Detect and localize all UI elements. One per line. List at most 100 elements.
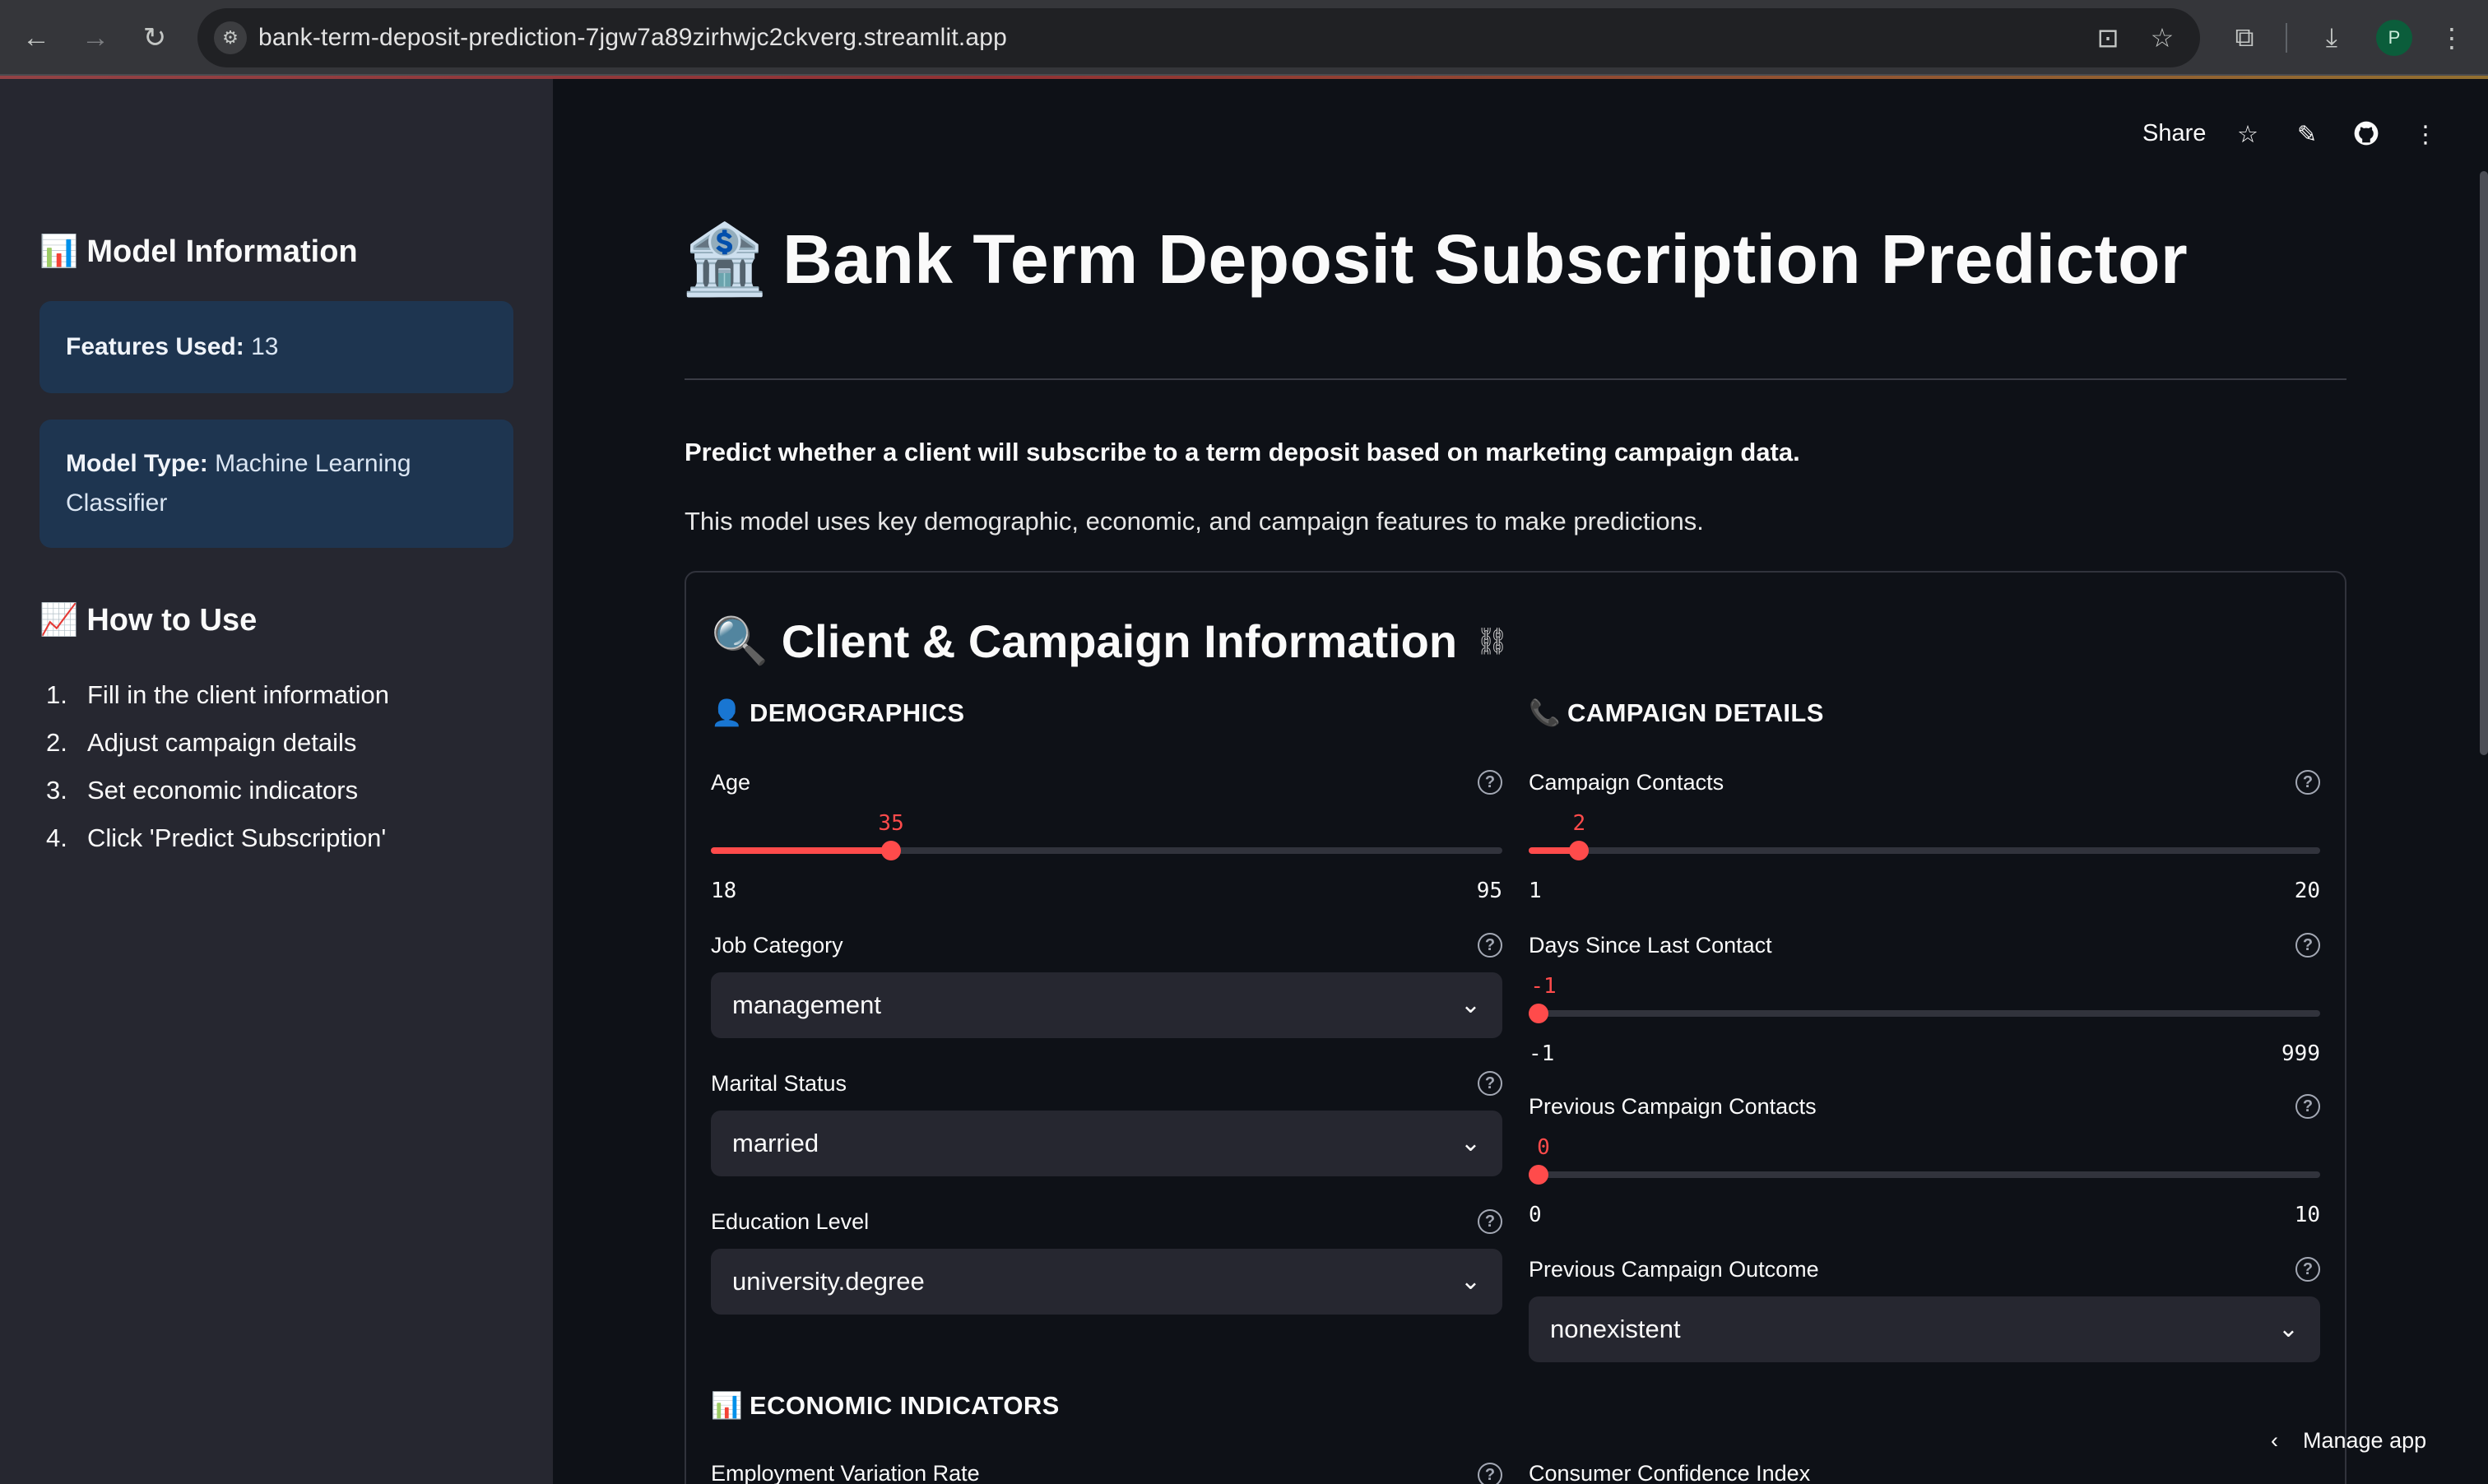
extensions-icon[interactable]: ⧉	[2225, 18, 2264, 58]
step-text: Set economic indicators	[87, 776, 359, 805]
previous-outcome-label: Previous Campaign Outcome	[1529, 1257, 1819, 1282]
model-type-label: Model Type:	[66, 450, 208, 477]
how-to-steps: 1. Fill in the client information 2. Adjus…	[46, 671, 389, 862]
how-to-use-heading-text: How to Use	[86, 602, 258, 638]
reload-icon[interactable]: ↻	[137, 20, 173, 56]
anchor-link-icon[interactable]: ⛓	[1475, 625, 1509, 656]
address-bar[interactable]: ⚙ bank-term-deposit-prediction-7jgw7a89z…	[197, 8, 2200, 67]
github-glyph	[2354, 121, 2379, 146]
demographics-heading-text: DEMOGRAPHICS	[750, 698, 965, 727]
help-icon[interactable]: ?	[2295, 1257, 2320, 1282]
edit-pencil-icon[interactable]: ✎	[2291, 120, 2323, 149]
slider-track[interactable]	[1529, 847, 2320, 854]
slider-thumb[interactable]	[1569, 841, 1590, 860]
manage-app-label: Manage app	[2303, 1428, 2427, 1453]
help-icon[interactable]: ?	[1478, 1071, 1502, 1096]
browser-toolbar: ← → ↻ ⚙ bank-term-deposit-prediction-7jg…	[0, 0, 2488, 76]
browser-menu-icon[interactable]: ⋮	[2432, 18, 2472, 58]
slider-max: 10	[2294, 1203, 2320, 1227]
demographics-heading: 👤 DEMOGRAPHICS	[711, 698, 964, 728]
form-heading: 🔍 Client & Campaign Information ⛓	[711, 614, 1509, 668]
slider-min: 18	[711, 879, 737, 903]
site-settings-icon[interactable]: ⚙	[214, 21, 247, 54]
page-title: 🏦 Bank Term Deposit Subscription Predict…	[681, 219, 2188, 300]
slider-max: 95	[1476, 879, 1502, 903]
features-used-label: Features Used:	[66, 333, 244, 360]
slider-track[interactable]	[1529, 1171, 2320, 1178]
model-info-heading-text: Model Information	[86, 234, 358, 269]
person-icon: 👤	[711, 698, 743, 727]
previous-outcome-select[interactable]: nonexistent ⌄	[1529, 1296, 2320, 1362]
step-text: Click 'Predict Subscription'	[87, 823, 387, 852]
slider-min: 1	[1529, 879, 1542, 903]
main-menu-icon[interactable]: ⋮	[2409, 120, 2442, 149]
job-category-select[interactable]: management ⌄	[711, 972, 1502, 1038]
slider-thumb[interactable]	[1529, 1165, 1548, 1185]
slider-value: -1	[1530, 974, 1557, 999]
divider	[685, 378, 2346, 380]
list-item: 3. Set economic indicators	[46, 767, 389, 814]
magnifier-icon: 🔍	[711, 614, 768, 666]
slider-max: 999	[2281, 1041, 2320, 1066]
forward-icon[interactable]: →	[77, 20, 114, 56]
form-heading-text: Client & Campaign Information	[781, 614, 1458, 667]
marital-status-label: Marital Status	[711, 1071, 847, 1096]
install-app-icon[interactable]: ⊡	[2090, 20, 2126, 56]
marital-status-select[interactable]: married ⌄	[711, 1111, 1502, 1176]
step-text: Adjust campaign details	[87, 728, 357, 757]
sidebar: 📊 Model Information Features Used: 13 Mo…	[0, 79, 553, 1484]
share-button[interactable]: Share	[2142, 120, 2206, 147]
manage-app-button[interactable]: ‹ Manage app	[2271, 1428, 2426, 1454]
github-icon[interactable]	[2350, 120, 2383, 146]
job-category-label: Job Category	[711, 933, 843, 958]
phone-icon: 📞	[1529, 698, 1561, 727]
chevron-down-icon: ⌄	[1460, 1129, 1481, 1157]
bar-chart-icon: 📊	[711, 1391, 743, 1420]
bank-icon: 🏦	[681, 220, 768, 298]
help-icon[interactable]: ?	[1478, 1463, 1502, 1484]
features-used-card: Features Used: 13	[39, 301, 513, 393]
step-number: 3.	[46, 776, 67, 805]
star-icon[interactable]: ☆	[2231, 120, 2264, 149]
step-text: Fill in the client information	[87, 680, 389, 709]
slider-value: 2	[1572, 811, 1586, 836]
slider-track[interactable]	[1529, 1010, 2320, 1017]
education-level-select[interactable]: university.degree ⌄	[711, 1249, 1502, 1315]
toolbar-divider	[2286, 23, 2287, 53]
campaign-contacts-slider[interactable]: 2 1 20	[1529, 783, 2320, 903]
economic-indicators-heading: 📊 ECONOMIC INDICATORS	[711, 1390, 1060, 1421]
education-level-label: Education Level	[711, 1209, 870, 1234]
chevron-left-icon: ‹	[2271, 1428, 2278, 1453]
chevron-down-icon: ⌄	[1460, 991, 1481, 1018]
trend-chart-icon: 📈	[39, 603, 79, 638]
model-info-heading: 📊 Model Information	[39, 234, 358, 270]
consumer-confidence-label: Consumer Confidence Index	[1529, 1461, 1811, 1484]
bookmark-star-icon[interactable]: ☆	[2144, 20, 2180, 56]
previous-contacts-slider[interactable]: 0 0 10	[1529, 1107, 2320, 1227]
downloads-icon[interactable]: ⤓	[2312, 18, 2351, 58]
select-value: married	[732, 1129, 819, 1157]
slider-thumb[interactable]	[1529, 1004, 1548, 1023]
campaign-details-heading: 📞 CAMPAIGN DETAILS	[1529, 698, 1824, 728]
slider-value: 35	[878, 811, 904, 836]
features-used-value: 13	[251, 333, 279, 360]
list-item: 4. Click 'Predict Subscription'	[46, 814, 389, 862]
help-icon[interactable]: ?	[1478, 933, 1502, 958]
profile-avatar[interactable]: P	[2376, 20, 2412, 56]
model-type-card: Model Type: Machine Learning Classifier	[39, 420, 513, 548]
select-value: university.degree	[732, 1267, 925, 1296]
intro-text: This model uses key demographic, economi…	[685, 507, 1704, 536]
list-item: 1. Fill in the client information	[46, 671, 389, 719]
slider-thumb[interactable]	[881, 841, 902, 860]
days-since-contact-slider[interactable]: -1 -1 999	[1529, 946, 2320, 1066]
step-number: 4.	[46, 823, 67, 852]
back-icon[interactable]: ←	[18, 20, 54, 56]
select-value: management	[732, 990, 881, 1019]
age-slider[interactable]: 35 18 95	[711, 783, 1502, 903]
scrollbar[interactable]	[2480, 171, 2488, 755]
slider-min: 0	[1529, 1203, 1542, 1227]
economic-indicators-heading-text: ECONOMIC INDICATORS	[750, 1390, 1060, 1420]
slider-value: 0	[1537, 1135, 1550, 1160]
help-icon[interactable]: ?	[1478, 1209, 1502, 1234]
url-text: bank-term-deposit-prediction-7jgw7a89zir…	[258, 24, 1008, 51]
